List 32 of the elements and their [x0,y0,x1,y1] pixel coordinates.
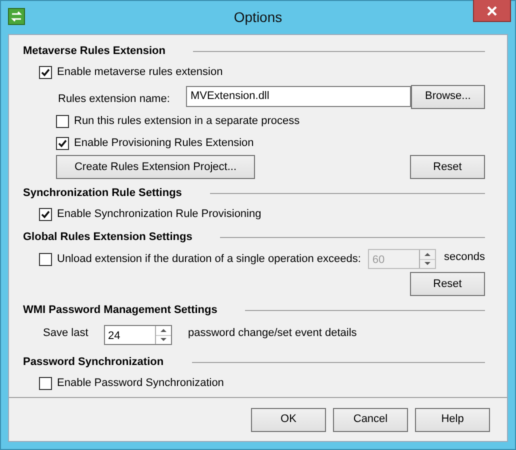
field-label: Rules extension name: [58,92,171,108]
checkbox[interactable] [56,136,69,150]
dialog-button[interactable]: OK [251,408,326,432]
checkbox[interactable] [39,66,52,78]
checkbox-label[interactable]: Enable Synchronization Rule Provisioning [57,206,262,222]
section-heading: Metaverse Rules Extension [23,44,166,59]
close-button[interactable] [473,0,511,22]
section-heading: Global Rules Extension Settings [23,230,192,245]
checkbox-label[interactable]: Enable metaverse rules extension [57,64,223,80]
spin-field[interactable]: 24 [104,325,172,345]
section-heading: Synchronization Rule Settings [23,186,182,201]
push-button[interactable]: Reset [410,155,485,179]
section-heading: Password Synchronization [23,354,164,370]
close-icon [487,6,497,16]
push-button[interactable]: Reset [410,272,485,296]
section-heading: WMI Password Management Settings [23,302,218,318]
checkbox-label[interactable]: Run this rules extension in a separate process [74,112,300,130]
arrows-icon [8,8,25,25]
dialog-button[interactable]: Cancel [333,408,408,432]
field-label: Save last [43,326,90,341]
dialog-button[interactable]: Help [415,408,490,432]
checkbox-label[interactable]: Enable Provisioning Rules Extension [74,134,254,152]
unit-label: seconds [444,250,485,265]
checkbox[interactable] [39,208,52,220]
input-field[interactable]: MVExtension.dll [186,86,411,107]
checkbox[interactable] [39,376,52,390]
push-button[interactable]: Create Rules Extension Project... [56,155,255,179]
window-title: Options [234,8,282,27]
field-label: password change/set event details [188,326,357,341]
checkbox[interactable] [56,114,69,128]
checkbox-label[interactable]: Enable Password Synchronization [57,374,224,392]
browse-button[interactable]: Browse... [410,84,485,108]
